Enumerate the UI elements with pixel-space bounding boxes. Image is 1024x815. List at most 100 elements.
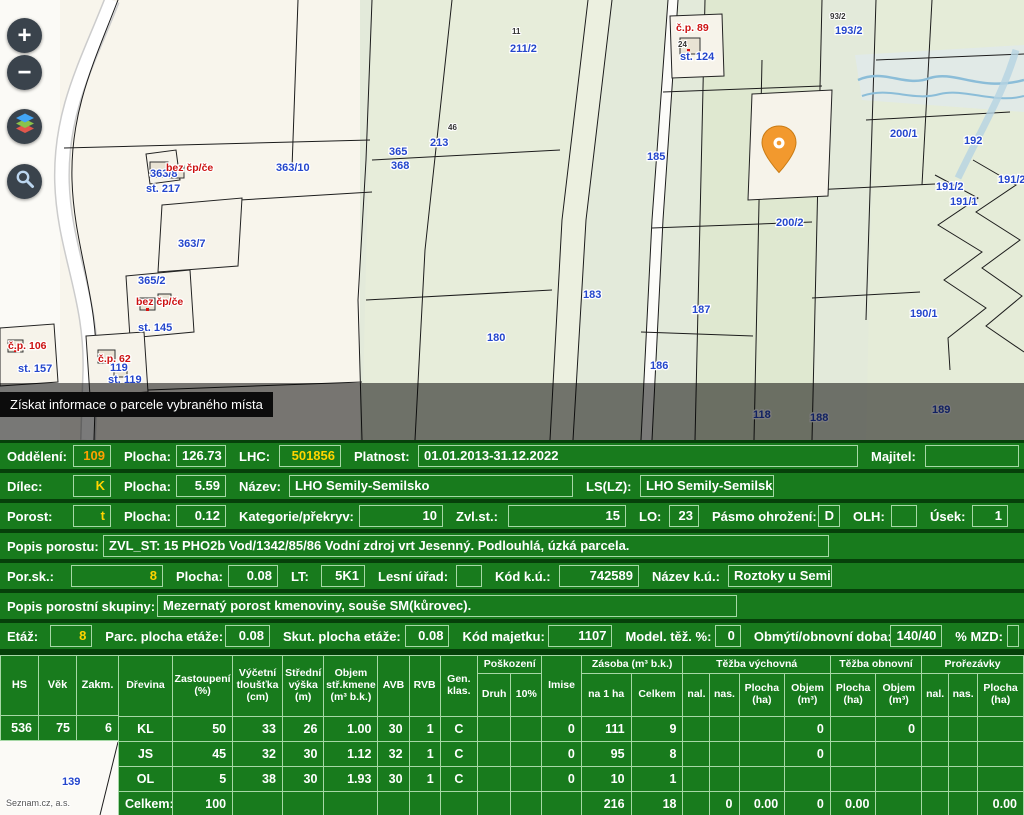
cell xyxy=(922,717,949,742)
col-header: RVB xyxy=(409,656,440,717)
cell xyxy=(949,742,978,767)
cell xyxy=(978,742,1024,767)
cell: 95 xyxy=(581,742,631,767)
zoom-out-button[interactable]: − xyxy=(7,55,42,90)
cell xyxy=(511,792,542,815)
zvlst-label: Zvl.st.: xyxy=(451,509,504,524)
mzd-label: % MZD: xyxy=(950,629,1003,644)
cell xyxy=(511,742,542,767)
cell xyxy=(710,742,739,767)
plocha5-label: Plocha: xyxy=(171,569,224,584)
col-header: Poškození xyxy=(478,656,542,674)
obmyti-value: 140/40 xyxy=(890,625,942,647)
porsk-value: 8 xyxy=(71,565,163,587)
dilec-value: K xyxy=(73,475,111,497)
col-header: Zásoba (m³ b.k.) xyxy=(581,656,683,674)
cell xyxy=(949,767,978,792)
lhc-label: LHC: xyxy=(234,449,275,464)
nazevku-value: Roztoky u Semil xyxy=(728,565,832,587)
search-button[interactable] xyxy=(7,164,42,199)
cell xyxy=(785,767,831,792)
col-header: Objem (m³) xyxy=(876,674,922,717)
porost-label: Porost: xyxy=(2,509,69,524)
info-row-etaz: Etáž: 8 Parc. plocha etáže: 0.08 Skut. p… xyxy=(0,623,1024,649)
cell xyxy=(830,767,876,792)
cell: 0 xyxy=(542,742,581,767)
parcel-label: 200/2 xyxy=(776,217,804,229)
cell xyxy=(710,767,739,792)
col-header: Objem stř.kmene (m³ b.k.) xyxy=(324,656,378,717)
table-row: OL 5 38 30 1.93 30 1 C 0 10 1 xyxy=(119,767,1024,792)
parcel-label: 185 xyxy=(647,151,665,163)
cell: 1 xyxy=(409,717,440,742)
cell: 0 xyxy=(785,742,831,767)
parcel-label: 183 xyxy=(583,289,601,301)
col-header: HS xyxy=(1,656,39,716)
kod-majetku-value: 1107 xyxy=(548,625,612,647)
cell: 1 xyxy=(409,767,440,792)
cell xyxy=(978,767,1024,792)
species-table-wrap: Dřevina Zastoupení (%) Výčetní tloušťka … xyxy=(118,655,1024,815)
layers-icon xyxy=(14,110,36,143)
parcel-label: 192 xyxy=(964,135,982,147)
cell: KL xyxy=(119,717,173,742)
info-row-porost: Porost: t Plocha: 0.12 Kategorie/překryv… xyxy=(0,503,1024,529)
col-header: nas. xyxy=(949,674,978,717)
map-attribution[interactable]: Seznam.cz, a.s. xyxy=(6,798,70,808)
col-header: Plocha (ha) xyxy=(830,674,876,717)
search-icon xyxy=(15,165,35,198)
plocha-value: 126.73 xyxy=(176,445,226,467)
mzd-value xyxy=(1007,625,1019,647)
stand-info-panel: Oddělení: 109 Plocha: 126.73 LHC: 501856… xyxy=(0,440,1024,655)
cell: 5 xyxy=(172,767,232,792)
cell xyxy=(542,792,581,815)
info-row-dilec: Dílec: K Plocha: 5.59 Název: LHO Semily-… xyxy=(0,473,1024,499)
cell: 216 xyxy=(581,792,631,815)
cell: 1.93 xyxy=(324,767,378,792)
zoom-in-button[interactable]: + xyxy=(7,18,42,53)
parcel-label: 186 xyxy=(650,360,668,372)
cell: 30 xyxy=(378,717,409,742)
map-label: 46 xyxy=(448,123,457,132)
parcel-label: 365/2 xyxy=(138,275,166,287)
oddeleni-value: 109 xyxy=(73,445,111,467)
plocha3-value: 0.12 xyxy=(176,505,226,527)
layers-button[interactable] xyxy=(7,109,42,144)
parcel-label: 139 xyxy=(62,776,80,788)
col-header: Střední výška (m) xyxy=(282,656,324,717)
cell: 9 xyxy=(631,717,683,742)
cell: OL xyxy=(119,767,173,792)
minus-icon: − xyxy=(17,56,31,89)
cell: 33 xyxy=(233,717,283,742)
parcel-label: st. 124 xyxy=(680,51,715,63)
col-header: nal. xyxy=(683,674,710,717)
zvlst-value: 15 xyxy=(508,505,626,527)
popis-porostu-value: ZVL_ST: 15 PHO2b Vod/1342/85/86 Vodní zd… xyxy=(103,535,829,557)
plus-icon: + xyxy=(17,19,31,52)
cell: 6 xyxy=(77,716,119,741)
cell: 0 xyxy=(785,717,831,742)
col-header: Imise xyxy=(542,656,581,717)
cell xyxy=(378,792,409,815)
cell xyxy=(876,792,922,815)
col-header: Objem (m³) xyxy=(785,674,831,717)
species-table: Dřevina Zastoupení (%) Výčetní tloušťka … xyxy=(118,655,1024,815)
parcel-label: st. 145 xyxy=(138,322,172,334)
cell xyxy=(409,792,440,815)
cell xyxy=(739,767,785,792)
olh-value xyxy=(891,505,917,527)
plocha-label: Plocha: xyxy=(119,449,172,464)
cell: 10 xyxy=(581,767,631,792)
platnost-value: 01.01.2013-31.12.2022 xyxy=(418,445,858,467)
kategorie-label: Kategorie/překryv: xyxy=(234,509,355,524)
cell xyxy=(949,717,978,742)
cell: 0 xyxy=(876,717,922,742)
cell xyxy=(282,792,324,815)
col-header: Plocha (ha) xyxy=(978,674,1024,717)
info-row-popis-skupiny: Popis porostní skupiny: Mezernatý porost… xyxy=(0,593,1024,619)
hs-table: HS Věk Zakm. 536 75 6 xyxy=(0,655,119,741)
map-label: 11 xyxy=(512,27,521,36)
cell: 8 xyxy=(631,742,683,767)
cell xyxy=(683,767,710,792)
kod-majetku-label: Kód majetku: xyxy=(457,629,544,644)
